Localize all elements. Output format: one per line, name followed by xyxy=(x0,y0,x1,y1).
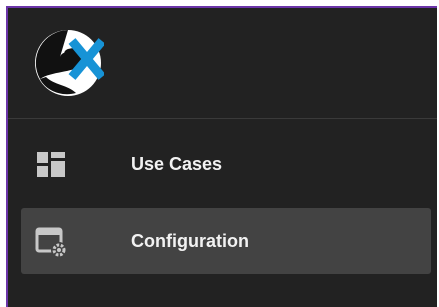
settings-window-icon xyxy=(35,227,67,258)
dashboard-grid-icon xyxy=(37,152,65,177)
sidebar-item-label: Configuration xyxy=(131,231,249,251)
sidebar: Use Cases Configuration xyxy=(6,6,437,307)
sidebar-item-label: Use Cases xyxy=(131,154,223,174)
header-divider xyxy=(8,118,437,119)
sidebar-item-use-cases[interactable]: Use Cases xyxy=(21,131,431,197)
sidebar-item-configuration[interactable]: Configuration xyxy=(21,208,431,274)
brand-logo[interactable] xyxy=(32,27,104,99)
